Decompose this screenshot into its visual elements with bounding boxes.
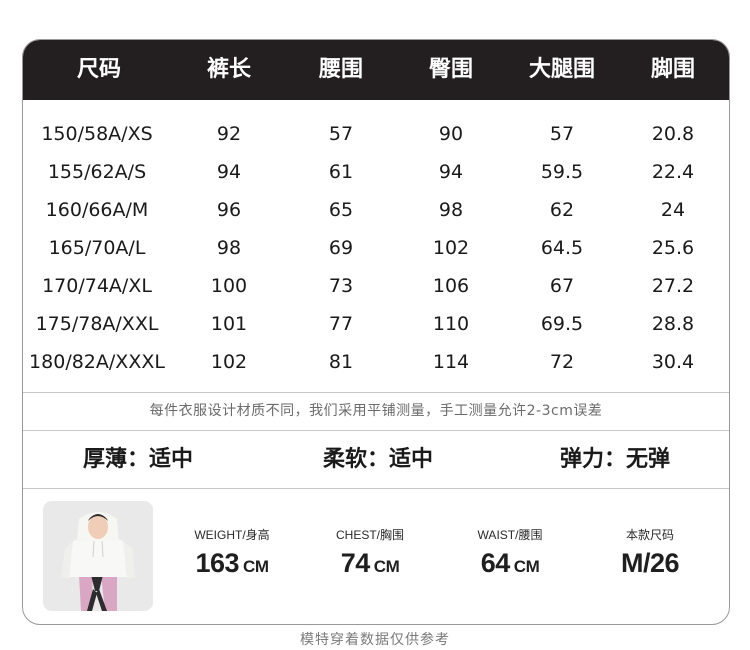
cell-thigh: 69.5 xyxy=(540,313,584,335)
cell-leg-opening: 28.8 xyxy=(651,313,695,335)
feature-thickness: 厚薄：适中 xyxy=(82,447,194,472)
stat-chest-value-wrap: 74 CM xyxy=(336,544,404,586)
cell-size: 175/78A/XXL xyxy=(35,313,159,335)
measurement-note: 每件衣服设计材质不同，我们采用平铺测量，手工测量允许2-3cm误差 xyxy=(149,403,603,419)
cell-hip: 94 xyxy=(438,161,464,183)
header-waist: 腰围 xyxy=(318,57,364,82)
model-figure-image xyxy=(43,501,153,611)
cell-waist: 61 xyxy=(328,161,354,183)
header-thigh: 大腿围 xyxy=(528,57,596,82)
model-photo xyxy=(43,501,153,611)
stat-height-label: WEIGHT/身高 xyxy=(194,528,270,542)
stat-height-unit: CM xyxy=(243,557,269,576)
cell-waist: 69 xyxy=(328,237,354,259)
header-size: 尺码 xyxy=(76,57,122,82)
cell-hip: 98 xyxy=(438,199,464,221)
header-hip: 臀围 xyxy=(428,57,474,82)
cell-hip: 110 xyxy=(432,313,470,335)
stat-chest-label: CHEST/胸围 xyxy=(335,528,405,542)
stat-waist-unit: CM xyxy=(513,557,540,576)
table-row: 170/74A/XL 100 73 106 67 27.2 xyxy=(23,267,729,305)
cell-size: 170/74A/XL xyxy=(42,275,152,297)
header-pant-length: 裤长 xyxy=(206,57,252,82)
cell-size: 180/82A/XXXL xyxy=(29,351,165,373)
cell-thigh: 72 xyxy=(549,351,575,373)
cell-leg-opening: 25.6 xyxy=(651,237,695,259)
stat-waist: WAIST/腰围 64 CM xyxy=(478,526,543,586)
cell-waist: 57 xyxy=(328,123,354,145)
footer-note: 模特穿着数据仅供参考 xyxy=(300,632,450,648)
table-row: 165/70A/L 98 69 102 64.5 25.6 xyxy=(23,229,729,267)
cell-thigh: 64.5 xyxy=(540,237,584,259)
stat-waist-value: 64 xyxy=(480,548,511,578)
stat-waist-value-wrap: 64 CM xyxy=(478,544,543,586)
cell-thigh: 62 xyxy=(549,199,575,221)
stat-size-label: 本款尺码 xyxy=(625,528,674,542)
stat-waist-label: WAIST/腰围 xyxy=(477,528,543,542)
cell-leg-opening: 30.4 xyxy=(651,351,695,373)
table-row: 175/78A/XXL 101 77 110 69.5 28.8 xyxy=(23,305,729,343)
stat-height-value: 163 xyxy=(195,548,240,578)
cell-pant-length: 96 xyxy=(216,199,242,221)
cell-pant-length: 98 xyxy=(216,237,242,259)
cell-hip: 90 xyxy=(438,123,464,145)
cell-waist: 81 xyxy=(328,351,354,373)
header-leg-opening: 脚围 xyxy=(650,57,696,82)
cell-waist: 77 xyxy=(328,313,354,335)
table-row: 155/62A/S 94 61 94 59.5 22.4 xyxy=(23,153,729,191)
table-row: 180/82A/XXXL 102 81 114 72 30.4 xyxy=(23,343,729,381)
table-row: 150/58A/XS 92 57 90 57 20.8 xyxy=(23,115,729,153)
cell-size: 155/62A/S xyxy=(47,161,147,183)
table-header: 尺码 裤长 腰围 臀围 大腿围 脚围 xyxy=(23,40,729,100)
cell-leg-opening: 20.8 xyxy=(651,123,695,145)
cell-thigh: 57 xyxy=(549,123,575,145)
divider xyxy=(23,488,729,489)
cell-pant-length: 102 xyxy=(210,351,248,373)
cell-pant-length: 100 xyxy=(210,275,248,297)
stat-size: 本款尺码 M/26 xyxy=(620,526,680,582)
cell-leg-opening: 24 xyxy=(660,199,686,221)
cell-leg-opening: 27.2 xyxy=(651,275,695,297)
cell-hip: 102 xyxy=(432,237,470,259)
stat-chest: CHEST/胸围 74 CM xyxy=(336,526,404,586)
feature-softness: 柔软：适中 xyxy=(322,447,434,472)
cell-pant-length: 94 xyxy=(216,161,242,183)
stat-height: WEIGHT/身高 163 CM xyxy=(194,526,269,586)
cell-size: 160/66A/M xyxy=(45,199,149,221)
cell-size: 165/70A/L xyxy=(48,237,146,259)
cell-hip: 106 xyxy=(432,275,470,297)
cell-leg-opening: 22.4 xyxy=(651,161,695,183)
stat-height-value-wrap: 163 CM xyxy=(194,544,269,586)
cell-thigh: 59.5 xyxy=(540,161,584,183)
feature-elasticity: 弹力：无弹 xyxy=(559,447,671,472)
size-chart-card: 尺码 裤长 腰围 臀围 大腿围 脚围 150/58A/XS 92 57 90 5… xyxy=(22,39,730,625)
cell-thigh: 67 xyxy=(549,275,575,297)
stat-size-value: M/26 xyxy=(620,548,680,578)
cell-size: 150/58A/XS xyxy=(41,123,153,145)
stat-size-value-wrap: M/26 xyxy=(620,544,680,582)
stat-chest-unit: CM xyxy=(373,557,400,576)
cell-waist: 73 xyxy=(328,275,354,297)
cell-pant-length: 101 xyxy=(210,313,248,335)
table-row: 160/66A/M 96 65 98 62 24 xyxy=(23,191,729,229)
cell-waist: 65 xyxy=(328,199,354,221)
cell-hip: 114 xyxy=(432,351,470,373)
cell-pant-length: 92 xyxy=(216,123,242,145)
stat-chest-value: 74 xyxy=(340,548,371,578)
